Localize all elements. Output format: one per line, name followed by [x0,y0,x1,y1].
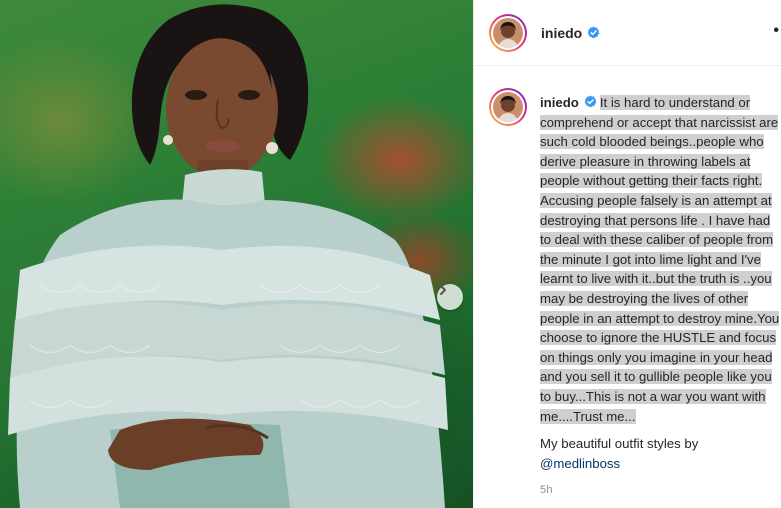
avatar[interactable] [489,13,527,52]
post-header: iniedo • [474,0,781,66]
more-options-icon[interactable]: • [773,22,779,40]
post-timestamp[interactable]: 5h [540,484,553,496]
caption-text-block: iniedo It is hard to understand or compre… [540,93,780,426]
avatar-photo [493,17,523,48]
verified-badge-icon [587,26,600,39]
caption-text: It is hard to understand or comprehend o… [540,95,780,424]
mention-link[interactable]: @medlinboss [540,454,698,474]
next-image-button[interactable] [437,284,463,310]
post-image[interactable] [0,0,473,508]
chevron-right-icon [440,285,446,295]
post-photo-illustration [8,4,448,508]
caption-username[interactable]: iniedo [540,95,579,110]
caption-avatar[interactable] [489,88,527,126]
verified-badge-icon [584,95,597,108]
outfit-credit: My beautiful outfit styles by @medlinbos… [540,434,698,473]
outfit-line: My beautiful outfit styles by [540,436,699,451]
avatar-photo [493,92,523,122]
header-username[interactable]: iniedo [541,25,582,41]
